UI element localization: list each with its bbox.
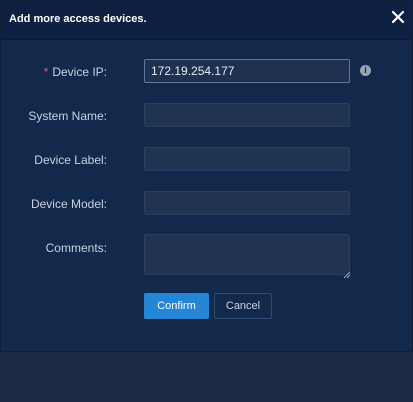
device-model-input[interactable] [144, 191, 350, 215]
system-name-label: System Name: [28, 109, 107, 123]
device-label-input[interactable] [144, 147, 350, 171]
close-icon[interactable] [390, 9, 406, 25]
comments-label: Comments: [45, 241, 107, 255]
device-ip-label-text: Device IP: [52, 65, 107, 79]
dialog-header: Add more access devices. [1, 1, 412, 40]
dialog-title: Add more access devices. [9, 13, 147, 25]
info-icon[interactable]: i [360, 65, 371, 76]
required-mark: * [43, 65, 49, 79]
resize-grip-icon[interactable] [343, 266, 351, 279]
cancel-button[interactable]: Cancel [214, 293, 272, 319]
device-model-label: Device Model: [30, 197, 107, 211]
device-ip-label: * Device IP: [1, 65, 107, 79]
device-ip-input[interactable] [144, 59, 350, 83]
confirm-button[interactable]: Confirm [144, 293, 209, 319]
device-label-label: Device Label: [34, 153, 107, 167]
system-name-input[interactable] [144, 103, 350, 127]
add-device-dialog: Add more access devices. *Device IP: i S… [0, 0, 413, 352]
comments-textarea[interactable] [144, 234, 350, 275]
